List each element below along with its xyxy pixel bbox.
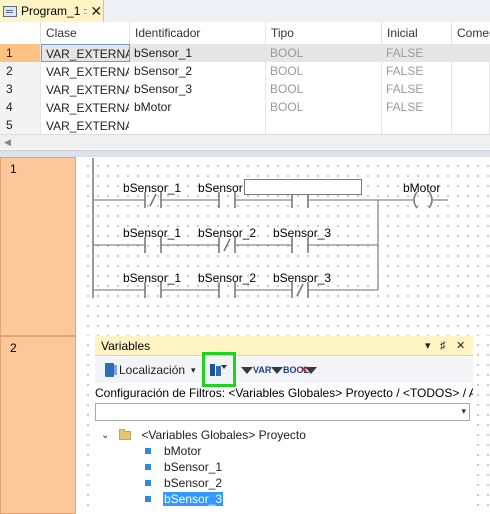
folder-icon — [119, 428, 132, 440]
var-filter-label: VAR — [253, 365, 272, 375]
tree-item-label: bMotor — [164, 444, 202, 458]
variables-panel: Variables ▾ ♯ ✕ Localización ▾ VAR BOOL … — [95, 336, 473, 514]
localizacion-button[interactable]: Localización ▾ — [105, 360, 196, 380]
panel-pin-icon[interactable]: ♯ — [440, 336, 446, 356]
funnel-icon — [305, 366, 318, 374]
tree-item-label: bSensor_1 — [164, 460, 223, 474]
variables-tree: ⌄ <Variables Globales> Proyecto bMotor b… — [95, 426, 473, 514]
panel-close-icon[interactable]: ✕ — [456, 336, 465, 356]
tree-item-bsensor-3[interactable]: bSensor_3 — [145, 491, 224, 507]
contact-label[interactable]: bSensor_3 — [273, 226, 331, 240]
expand-chevron-icon[interactable]: ⌄ — [101, 430, 109, 441]
tree-item-label: bSensor_3 — [163, 492, 224, 506]
tree-item-bsensor-1[interactable]: bSensor_1 — [145, 459, 223, 475]
tree-item-bsensor-2[interactable]: bSensor_2 — [145, 475, 223, 491]
filter-combo-box[interactable]: ▾ — [95, 403, 470, 421]
localizacion-label: Localización — [119, 363, 186, 377]
highlight-box — [202, 352, 236, 387]
tree-item-label: bSensor_2 — [164, 476, 223, 490]
contact-label[interactable]: bSensor_3 — [273, 271, 331, 285]
contact-label[interactable]: bSensor_1 — [123, 181, 181, 195]
panel-menu-dropdown-icon[interactable]: ▾ — [425, 336, 431, 356]
contact-label[interactable]: bSensor_1 — [123, 271, 181, 285]
funnel-icon — [271, 366, 283, 374]
clear-filter-button[interactable]: × — [301, 360, 318, 380]
ladder-diagram — [93, 191, 448, 298]
filter-var-button[interactable]: VAR — [241, 360, 271, 380]
variable-edit-input[interactable] — [244, 179, 362, 195]
tree-root-global-vars[interactable]: ⌄ <Variables Globales> Proyecto — [101, 426, 306, 444]
variable-icon — [145, 480, 151, 486]
variable-icon — [145, 448, 151, 454]
tree-item-bmotor[interactable]: bMotor — [145, 443, 202, 459]
variable-icon — [145, 496, 151, 502]
contact-label[interactable]: bSensor_1 — [123, 226, 181, 240]
chevron-down-icon[interactable]: ▾ — [191, 365, 196, 376]
panel-title-text: Variables — [101, 339, 151, 353]
variables-panel-title: Variables ▾ ♯ ✕ — [95, 336, 473, 356]
funnel-icon — [241, 366, 253, 374]
contact-label[interactable]: bSensor_2 — [198, 271, 256, 285]
coil-label[interactable]: bMotor — [403, 181, 440, 195]
contact-label[interactable]: bSensor_2 — [198, 226, 256, 240]
network-2-number[interactable]: 2 — [0, 336, 76, 514]
chevron-down-icon[interactable]: ▾ — [461, 406, 466, 417]
variables-toolbar: Localización ▾ VAR BOOL × — [95, 357, 473, 383]
contact-label[interactable]: bSensor — [198, 181, 243, 195]
localizacion-icon — [105, 363, 117, 377]
tree-root-label: <Variables Globales> Proyecto — [141, 428, 306, 442]
variable-icon — [145, 464, 151, 470]
filter-configuration-text: Configuración de Filtros: <Variables Glo… — [95, 386, 473, 400]
